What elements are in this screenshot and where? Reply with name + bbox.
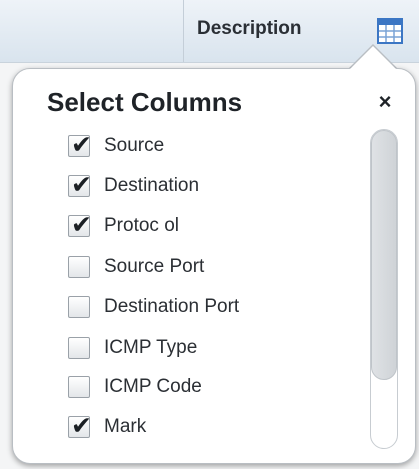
column-option-label: Mark <box>104 416 147 437</box>
column-option-icmp-type[interactable]: ICMP Type <box>68 333 197 363</box>
close-icon[interactable]: × <box>372 89 398 115</box>
column-grid-icon[interactable] <box>377 18 403 44</box>
column-option-label: Protoc ol <box>104 215 179 236</box>
checkbox[interactable] <box>68 376 90 398</box>
checkbox[interactable] <box>68 296 90 318</box>
checkbox[interactable]: ✔ <box>68 130 92 159</box>
column-option-mark[interactable]: ✔ Mark <box>68 411 147 442</box>
checkbox[interactable] <box>68 256 90 278</box>
checkbox[interactable]: ✔ <box>68 210 92 239</box>
checkbox[interactable]: ✔ <box>68 411 92 440</box>
column-option-label: Source Port <box>104 256 205 277</box>
popup-title: Select Columns <box>47 87 243 117</box>
popup-pointer <box>349 46 397 70</box>
column-option-label: Destination <box>104 175 200 196</box>
column-option-protocol[interactable]: ✔ Protoc ol <box>68 210 179 241</box>
scrollbar-thumb[interactable] <box>371 130 397 380</box>
column-option-label: Source <box>104 135 165 156</box>
column-option-icmp-code[interactable]: ICMP Code <box>68 372 202 402</box>
column-option-source-port[interactable]: Source Port <box>68 252 204 282</box>
column-option-label: ICMP Code <box>104 376 202 397</box>
checkmark-icon: ✔ <box>71 210 92 239</box>
checkmark-icon: ✔ <box>71 170 92 199</box>
column-option-destination-port[interactable]: Destination Port <box>68 292 239 322</box>
select-columns-popup: Select Columns × ✔ Source ✔ Destination … <box>12 68 416 464</box>
column-option-destination[interactable]: ✔ Destination <box>68 170 200 201</box>
checkmark-icon: ✔ <box>71 411 92 440</box>
column-option-source[interactable]: ✔ Source <box>68 130 165 161</box>
column-option-label: Destination Port <box>104 296 240 317</box>
column-option-label: ICMP Type <box>104 337 198 358</box>
checkmark-icon: ✔ <box>71 130 92 159</box>
column-divider <box>183 0 184 62</box>
description-column-header[interactable]: Description <box>197 18 302 40</box>
checkbox[interactable]: ✔ <box>68 170 92 199</box>
checkbox[interactable] <box>68 337 90 359</box>
